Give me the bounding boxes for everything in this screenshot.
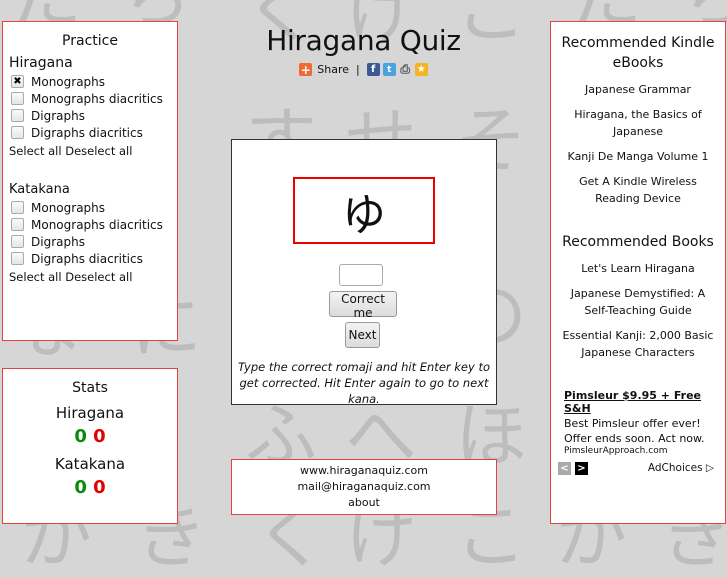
stats-hiragana-label: Hiragana — [55, 404, 125, 422]
kindle-book-link[interactable]: Kanji De Manga Volume 1 — [559, 148, 717, 165]
hiragana-select-all-link[interactable]: Select all — [9, 144, 62, 158]
books-section-title: Recommended Books — [562, 234, 714, 250]
romaji-answer-input[interactable] — [339, 264, 383, 286]
stats-title: Stats — [72, 380, 108, 396]
stats-panel: Stats Hiragana 0 0 Katakana 0 0 — [2, 368, 178, 524]
adchoices-icon: ▷ — [705, 462, 714, 474]
footer-panel: www.hiraganaquiz.com mail@hiraganaquiz.c… — [231, 459, 497, 515]
option-label: Digraphs diacritics — [31, 251, 143, 266]
page-header: Hiragana Quiz + Share | f t ⎙ ★ — [231, 24, 496, 77]
katakana-option-monographs-diacritics[interactable]: Monographs diacritics — [11, 217, 177, 232]
katakana-option-monographs[interactable]: Monographs — [11, 200, 177, 215]
hiragana-option-digraphs-diacritics[interactable]: Digraphs diacritics — [11, 125, 177, 140]
option-label: Digraphs diacritics — [31, 125, 143, 140]
katakana-group-label: Katakana — [9, 182, 70, 197]
book-link[interactable]: Essential Kanji: 2,000 Basic Japanese Ch… — [559, 327, 717, 361]
share-plus-icon[interactable]: + — [299, 63, 313, 77]
hiragana-group-label: Hiragana — [9, 55, 73, 71]
stats-hiragana-scores: 0 0 — [3, 426, 177, 447]
correct-me-button[interactable]: Correct me — [329, 291, 397, 320]
hiragana-option-digraphs[interactable]: Digraphs — [11, 108, 177, 123]
katakana-correct-count: 0 — [74, 477, 87, 498]
option-label: Monographs diacritics — [31, 217, 163, 232]
katakana-select-all-link[interactable]: Select all — [9, 270, 62, 284]
kindle-book-link[interactable]: Japanese Grammar — [559, 81, 717, 98]
katakana-option-digraphs-diacritics[interactable]: Digraphs diacritics — [11, 251, 177, 266]
twitter-icon[interactable]: t — [382, 63, 396, 76]
kindle-book-link[interactable]: Get A Kindle Wireless Reading Device — [559, 173, 717, 207]
option-label: Monographs diacritics — [31, 91, 163, 106]
kana-display: ゆ — [293, 177, 435, 244]
stats-katakana-scores: 0 0 — [3, 477, 177, 498]
ad-navigation: < > — [558, 462, 588, 475]
option-label: Digraphs — [31, 234, 85, 249]
stats-katakana-label: Katakana — [54, 455, 126, 473]
checkbox[interactable] — [11, 235, 24, 248]
option-label: Monographs — [31, 200, 106, 215]
kindle-book-link[interactable]: Hiragana, the Basics of Japanese — [559, 106, 717, 140]
checkbox[interactable] — [11, 252, 24, 265]
ad-unit: Pimsleur $9.95 + Free S&H Best Pimsleur … — [564, 389, 725, 456]
checkbox[interactable] — [11, 109, 24, 122]
practice-title: Practice — [62, 33, 118, 49]
book-link[interactable]: Let's Learn Hiragana — [559, 260, 717, 277]
katakana-deselect-all-link[interactable]: Deselect all — [65, 270, 132, 284]
recommendations-panel: Recommended Kindle eBooks Japanese Gramm… — [550, 21, 726, 524]
share-link[interactable]: Share — [317, 63, 349, 76]
katakana-option-digraphs[interactable]: Digraphs — [11, 234, 177, 249]
hiragana-option-monographs-diacritics[interactable]: Monographs diacritics — [11, 91, 177, 106]
about-link[interactable]: about — [232, 495, 496, 511]
ad-title-link[interactable]: Pimsleur $9.95 + Free S&H — [564, 389, 725, 415]
share-separator: | — [356, 63, 360, 76]
checkbox[interactable] — [11, 92, 24, 105]
katakana-wrong-count: 0 — [93, 477, 106, 498]
email-link[interactable]: mail@hiraganaquiz.com — [232, 479, 496, 495]
katakana-select-controls: Select all Deselect all — [9, 270, 177, 284]
ad-body: Best Pimsleur offer ever! Offer ends soo… — [564, 417, 705, 445]
facebook-icon[interactable]: f — [366, 63, 380, 76]
checkbox[interactable]: ✖ — [11, 75, 24, 88]
checkbox[interactable] — [11, 201, 24, 214]
page-title: Hiragana Quiz — [266, 24, 461, 57]
next-button[interactable]: Next — [345, 322, 380, 348]
books-list: Let's Learn Hiragana Japanese Demystified… — [551, 260, 725, 361]
ad-prev-button[interactable]: < — [558, 462, 571, 475]
ad-next-button[interactable]: > — [575, 462, 588, 475]
adchoices-label: AdChoices — [647, 462, 703, 474]
adchoices-link[interactable]: AdChoices ▷ — [648, 462, 714, 474]
checkbox[interactable] — [11, 126, 24, 139]
kindle-list: Japanese Grammar Hiragana, the Basics of … — [551, 81, 725, 207]
website-link[interactable]: www.hiraganaquiz.com — [232, 463, 496, 479]
hiragana-option-monographs[interactable]: ✖ Monographs — [11, 74, 177, 89]
print-icon[interactable]: ⎙ — [399, 62, 412, 76]
hiragana-wrong-count: 0 — [93, 426, 106, 447]
checkbox[interactable] — [11, 218, 24, 231]
hiragana-deselect-all-link[interactable]: Deselect all — [65, 144, 132, 158]
share-bar: + Share | f t ⎙ ★ — [231, 62, 496, 77]
quiz-instructions: Type the correct romaji and hit Enter ke… — [237, 360, 491, 406]
hiragana-correct-count: 0 — [74, 426, 87, 447]
option-label: Monographs — [31, 74, 106, 89]
book-link[interactable]: Japanese Demystified: A Self-Teaching Gu… — [559, 285, 717, 319]
quiz-box: ゆ Correct me Next Type the correct romaj… — [231, 139, 497, 406]
favorite-star-icon[interactable]: ★ — [414, 63, 428, 76]
hiragana-select-controls: Select all Deselect all — [9, 144, 177, 158]
kindle-section-title: Recommended Kindle eBooks — [561, 35, 715, 71]
ad-url[interactable]: PimsleurApproach.com — [564, 446, 725, 456]
practice-panel: Practice Hiragana ✖ Monographs Monographs … — [2, 21, 178, 341]
option-label: Digraphs — [31, 108, 85, 123]
